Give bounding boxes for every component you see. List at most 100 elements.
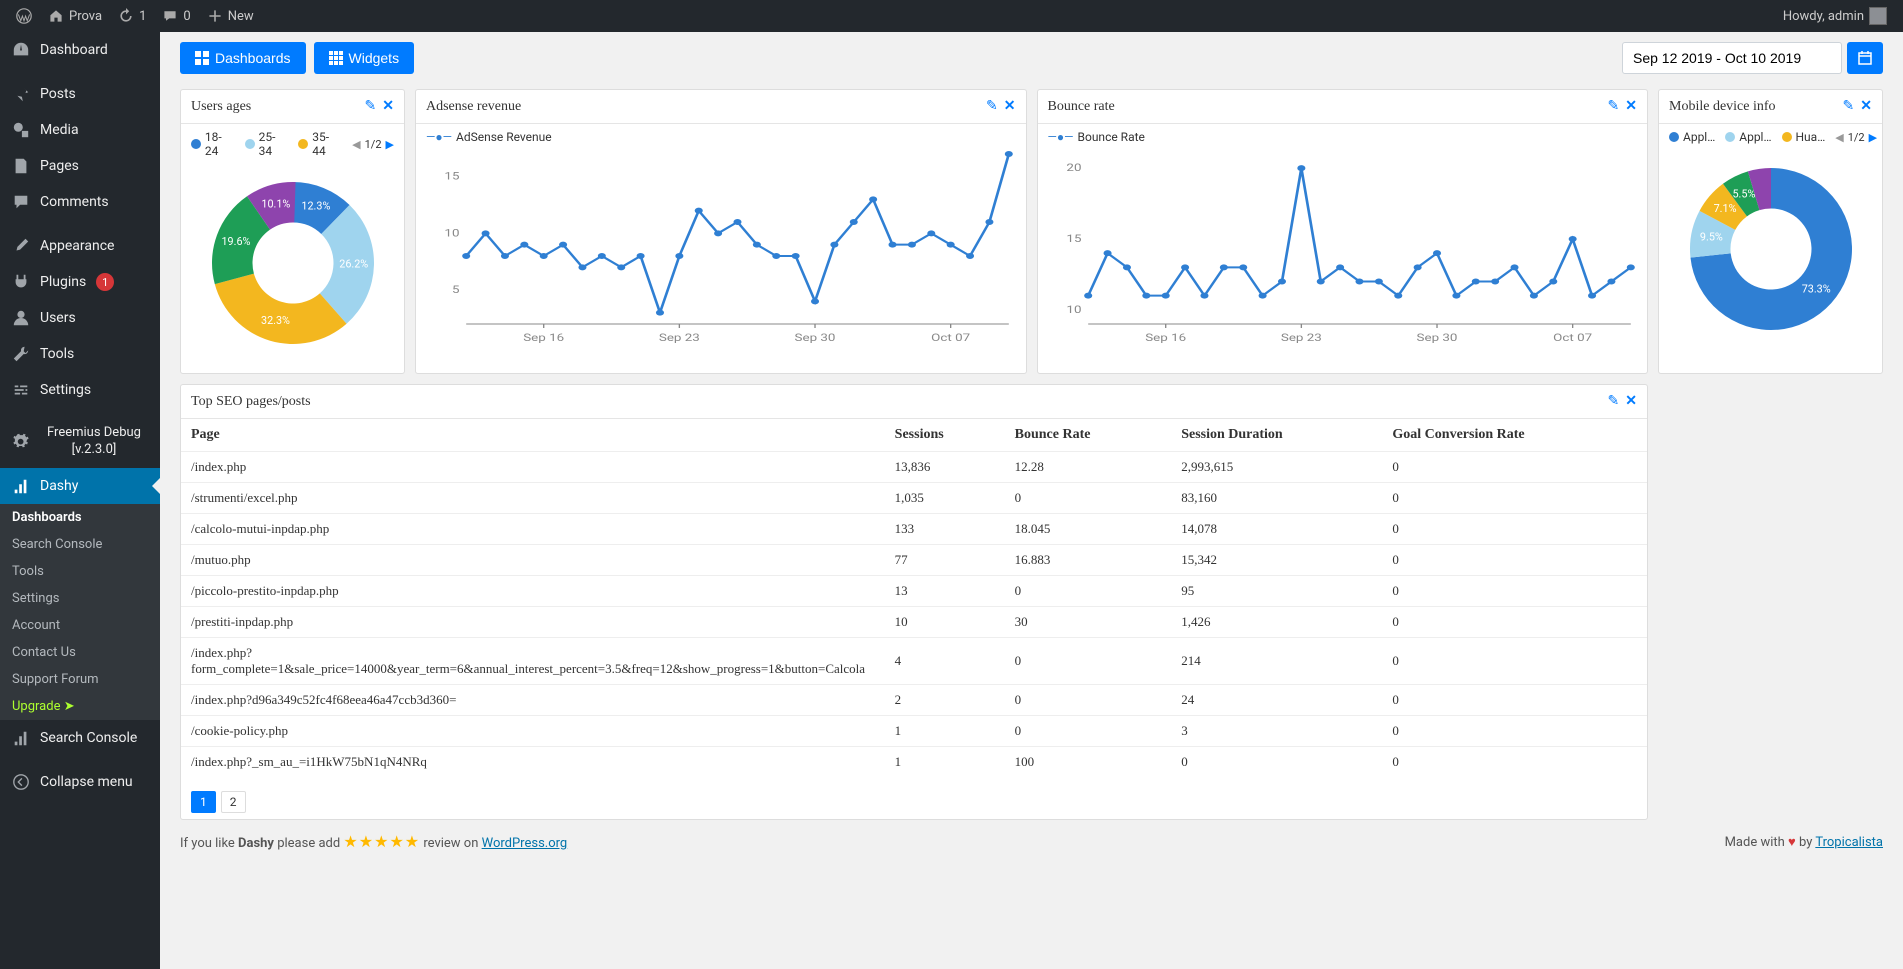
- update-icon: [118, 8, 134, 24]
- edit-icon[interactable]: ✎: [986, 98, 998, 115]
- sidebar-item-plugins[interactable]: Plugins 1: [0, 264, 160, 300]
- card-users-ages: Users ages✎✕ 18-2425-3435-44◀1/2▶ 12.3%2…: [180, 89, 405, 374]
- legend-item[interactable]: 18-24: [191, 130, 235, 158]
- date-range-input[interactable]: [1622, 42, 1842, 74]
- close-icon[interactable]: ✕: [382, 98, 394, 115]
- legend-item[interactable]: 35-44: [298, 130, 342, 158]
- table-cell: /mutuo.php: [181, 545, 885, 576]
- sidebar-item-comments[interactable]: Comments: [0, 184, 160, 220]
- sidebar-item-collapse[interactable]: Collapse menu: [0, 764, 160, 800]
- table-cell: /strumenti/excel.php: [181, 483, 885, 514]
- media-icon: [12, 121, 30, 139]
- widgets-button[interactable]: Widgets: [314, 42, 415, 74]
- sidebar-label: Freemius Debug [v.2.3.0]: [40, 425, 148, 459]
- edit-icon[interactable]: ✎: [365, 98, 377, 115]
- table-cell: 0: [1382, 514, 1647, 545]
- sidebar-item-tools[interactable]: Tools: [0, 336, 160, 372]
- table-cell: 0: [1005, 685, 1172, 716]
- plugins-badge: 1: [96, 273, 114, 291]
- pager-prev[interactable]: ◀: [352, 138, 360, 151]
- pager-next[interactable]: ▶: [1869, 131, 1877, 144]
- footer-text: please add: [274, 836, 343, 851]
- legend-item[interactable]: 25-34: [245, 130, 289, 158]
- sidebar-label: Collapse menu: [40, 774, 133, 790]
- wporg-link[interactable]: WordPress.org: [482, 836, 568, 851]
- sidebar-label: Search Console: [40, 730, 137, 746]
- sidebar-item-search-console[interactable]: Search Console: [0, 720, 160, 756]
- sidebar-item-settings[interactable]: Settings: [0, 372, 160, 408]
- submenu-item[interactable]: Search Console: [0, 531, 160, 558]
- sidebar-item-appearance[interactable]: Appearance: [0, 228, 160, 264]
- edit-icon[interactable]: ✎: [1843, 98, 1855, 115]
- plug-icon: [12, 273, 30, 291]
- sidebar-item-users[interactable]: Users: [0, 300, 160, 336]
- table-row: /cookie-policy.php1030: [181, 716, 1647, 747]
- sidebar-item-pages[interactable]: Pages: [0, 148, 160, 184]
- table-cell: 0: [1005, 716, 1172, 747]
- pager-prev[interactable]: ◀: [1835, 131, 1843, 144]
- submenu-item[interactable]: Account: [0, 612, 160, 639]
- grid-icon: [329, 51, 343, 65]
- legend-item[interactable]: Hua…: [1782, 130, 1826, 144]
- table-row: /prestiti-inpdap.php10301,4260: [181, 607, 1647, 638]
- sidebar-label: Tools: [40, 346, 74, 362]
- card-title: Users ages: [191, 99, 251, 115]
- close-icon[interactable]: ✕: [1860, 98, 1872, 115]
- pager-next[interactable]: ▶: [386, 138, 394, 151]
- table-cell: 15,342: [1171, 545, 1382, 576]
- submenu-item[interactable]: Support Forum: [0, 666, 160, 693]
- table-row: /strumenti/excel.php1,035083,1600: [181, 483, 1647, 514]
- site-name[interactable]: Prova: [40, 0, 110, 32]
- updates[interactable]: 1: [110, 0, 154, 32]
- submenu-item[interactable]: Tools: [0, 558, 160, 585]
- footer-text: Dashy: [238, 836, 274, 851]
- submenu-item[interactable]: Contact Us: [0, 639, 160, 666]
- card-seo: Top SEO pages/posts✎✕ PageSessionsBounce…: [180, 384, 1648, 820]
- svg-text:9.5%: 9.5%: [1699, 230, 1722, 243]
- sidebar-label: Pages: [40, 158, 79, 174]
- close-icon[interactable]: ✕: [1004, 98, 1016, 115]
- submenu-item[interactable]: Settings: [0, 585, 160, 612]
- close-icon[interactable]: ✕: [1625, 98, 1637, 115]
- close-icon[interactable]: ✕: [1625, 393, 1637, 410]
- table-cell: 0: [1005, 638, 1172, 685]
- dashboards-button[interactable]: Dashboards: [180, 42, 306, 74]
- table-cell: 95: [1171, 576, 1382, 607]
- submenu-item[interactable]: Dashboards: [0, 504, 160, 531]
- sidebar-label: Media: [40, 122, 79, 138]
- sidebar-label: Dashboard: [40, 42, 108, 58]
- donut-chart: 12.3%26.2%32.3%19.6%10.1%: [203, 173, 383, 353]
- table-header: Bounce Rate: [1005, 419, 1172, 452]
- card-adsense: Adsense revenue✎✕ —●—AdSense Revenue 510…: [415, 89, 1027, 374]
- comments[interactable]: 0: [154, 0, 198, 32]
- sliders-icon: [12, 381, 30, 399]
- page-button[interactable]: 2: [221, 791, 246, 813]
- sidebar-item-dashboard[interactable]: Dashboard: [0, 32, 160, 68]
- sidebar-label: Plugins: [40, 274, 86, 290]
- footer-text: If you like: [180, 836, 238, 851]
- sidebar-item-posts[interactable]: Posts: [0, 76, 160, 112]
- page-button[interactable]: 1: [191, 791, 216, 813]
- submenu-item[interactable]: Upgrade ➤: [0, 693, 160, 720]
- legend-item[interactable]: Appl…: [1669, 130, 1715, 144]
- edit-icon[interactable]: ✎: [1608, 98, 1620, 115]
- wp-logo[interactable]: [8, 0, 40, 32]
- comment-icon: [162, 8, 178, 24]
- sidebar-item-dashy[interactable]: Dashy: [0, 468, 160, 504]
- author-link[interactable]: Tropicalista: [1815, 835, 1883, 850]
- sidebar-item-media[interactable]: Media: [0, 112, 160, 148]
- table-cell: 83,160: [1171, 483, 1382, 514]
- user-greeting[interactable]: Howdy, admin: [1775, 0, 1895, 32]
- sidebar-label: Appearance: [40, 238, 114, 254]
- edit-icon[interactable]: ✎: [1608, 393, 1620, 410]
- table-cell: /prestiti-inpdap.php: [181, 607, 885, 638]
- stars-icon[interactable]: ★★★★★: [343, 832, 420, 851]
- card-mobile: Mobile device info✎✕ Appl…Appl…Hua…◀1/2▶…: [1658, 89, 1883, 374]
- site-name-label: Prova: [69, 9, 102, 24]
- sidebar-item-freemius[interactable]: Freemius Debug [v.2.3.0]: [0, 416, 160, 468]
- legend-item[interactable]: Appl…: [1725, 130, 1771, 144]
- chart-icon: [12, 729, 30, 747]
- svg-text:Sep 23: Sep 23: [659, 332, 700, 344]
- calendar-button[interactable]: [1847, 42, 1883, 74]
- new-content[interactable]: New: [199, 0, 262, 32]
